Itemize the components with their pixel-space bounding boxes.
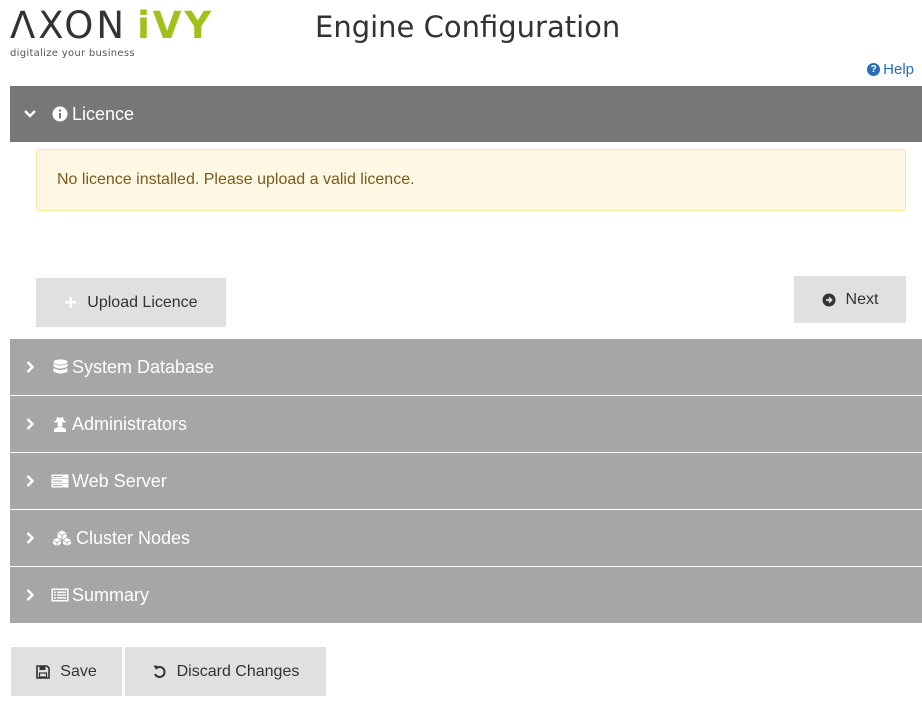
chevron-right-icon xyxy=(23,475,37,487)
discard-changes-button[interactable]: Discard Changes xyxy=(125,647,326,696)
upload-licence-label: Upload Licence xyxy=(87,293,198,311)
chevron-right-icon xyxy=(23,418,37,430)
next-button[interactable]: Next xyxy=(794,276,906,323)
licence-section-label: Licence xyxy=(72,103,135,124)
cluster-nodes-section-header[interactable]: Cluster Nodes xyxy=(10,510,922,566)
chevron-right-icon xyxy=(23,589,37,601)
system-database-section-label: System Database xyxy=(72,356,215,377)
undo-icon xyxy=(152,664,167,679)
plus-icon: + xyxy=(64,289,78,315)
web-server-section-header[interactable]: Web Server xyxy=(10,453,922,509)
administrators-section-header[interactable]: Administrators xyxy=(10,396,922,452)
licence-warning-text: No licence installed. Please upload a va… xyxy=(57,171,415,188)
arrow-circle-right-icon xyxy=(822,293,836,307)
save-button[interactable]: Save xyxy=(11,647,122,696)
cluster-nodes-section-label: Cluster Nodes xyxy=(76,527,191,548)
axon-ivy-logo: ΛXON iVY digitalize your business xyxy=(10,4,215,60)
summary-section-label: Summary xyxy=(72,584,150,605)
save-label: Save xyxy=(60,662,97,680)
info-circle-icon xyxy=(51,105,69,123)
summary-section-header[interactable]: Summary xyxy=(10,567,922,623)
database-icon xyxy=(51,358,69,376)
user-secret-icon xyxy=(51,415,69,433)
list-alt-icon xyxy=(51,586,69,604)
chevron-right-icon xyxy=(23,532,37,544)
help-link[interactable]: ? Help xyxy=(867,61,914,78)
cubes-icon xyxy=(51,529,73,547)
logo-axon-text: ΛXON xyxy=(10,4,128,47)
administrators-section-label: Administrators xyxy=(72,413,188,434)
help-label: Help xyxy=(883,61,914,78)
chevron-down-icon xyxy=(23,110,37,118)
question-circle-icon: ? xyxy=(867,63,881,76)
server-icon xyxy=(51,472,69,490)
logo-tagline: digitalize your business xyxy=(10,48,135,59)
chevron-right-icon xyxy=(23,361,37,373)
logo-ivy-text: iVY xyxy=(137,4,215,47)
upload-licence-button[interactable]: + Upload Licence xyxy=(36,278,226,327)
web-server-section-label: Web Server xyxy=(72,470,167,491)
discard-changes-label: Discard Changes xyxy=(176,662,300,680)
licence-section-header[interactable]: Licence xyxy=(10,86,922,142)
next-label: Next xyxy=(845,290,879,308)
system-database-section-header[interactable]: System Database xyxy=(10,339,922,395)
page-title: Engine Configuration xyxy=(315,10,621,44)
licence-warning-alert: No licence installed. Please upload a va… xyxy=(36,149,906,211)
floppy-disk-icon xyxy=(36,664,51,679)
